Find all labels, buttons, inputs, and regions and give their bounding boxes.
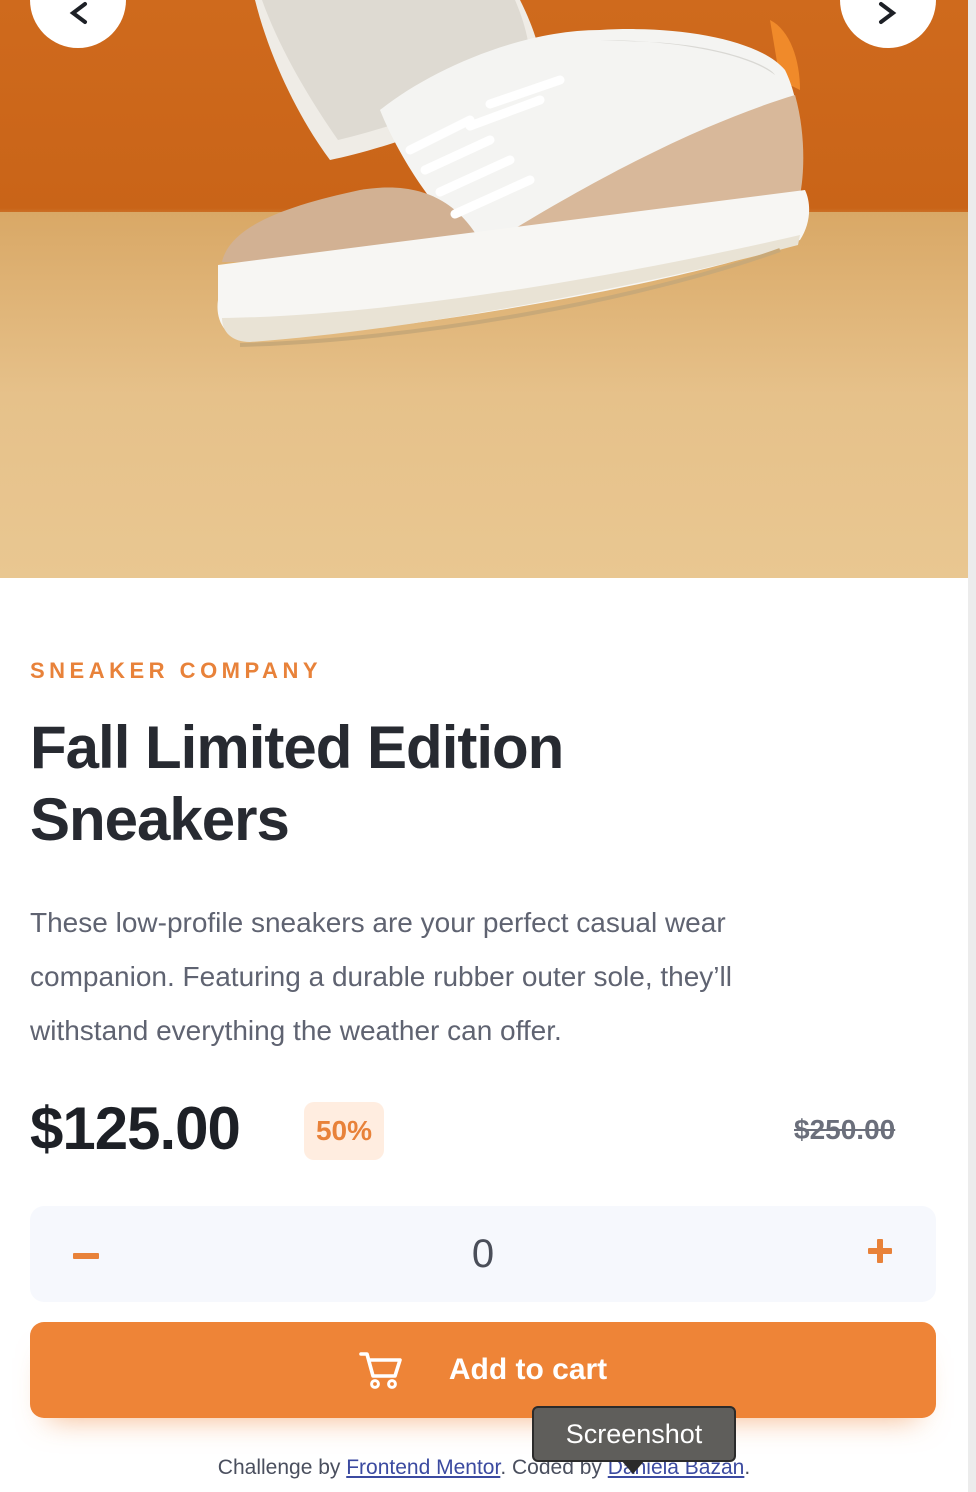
sneaker-illustration xyxy=(217,0,810,347)
minus-icon xyxy=(73,1253,99,1259)
decrease-quantity-button[interactable] xyxy=(66,1236,106,1276)
discount-badge: 50% xyxy=(304,1102,384,1160)
window-edge xyxy=(968,0,976,1492)
screenshot-tooltip: Screenshot xyxy=(532,1406,736,1462)
product-description: These low-profile sneakers are your perf… xyxy=(30,907,732,1046)
attribution-footer: Challenge by Frontend Mentor. Coded by D… xyxy=(0,1456,968,1480)
chevron-right-icon xyxy=(879,2,897,24)
cart-icon xyxy=(359,1352,402,1389)
product-title: Fall Limited Edition Sneakers xyxy=(30,714,564,853)
increase-quantity-button[interactable] xyxy=(860,1232,900,1272)
company-name: SNEAKER COMPANY xyxy=(30,658,323,683)
chevron-left-icon xyxy=(69,2,87,24)
tooltip-pointer xyxy=(621,1460,645,1474)
add-to-cart-button[interactable]: Add to cart xyxy=(30,1322,936,1418)
product-page: SNEAKER COMPANY Fall Limited Edition Sne… xyxy=(0,0,968,1492)
challenge-text: Challenge by xyxy=(217,1456,341,1479)
frontend-mentor-link[interactable]: Frontend Mentor xyxy=(346,1456,500,1479)
original-price: $250.00 xyxy=(794,1114,896,1145)
quantity-stepper: 0 xyxy=(30,1206,936,1302)
quantity-value: 0 xyxy=(471,1231,495,1276)
footer-suffix: . xyxy=(744,1456,751,1479)
product-image xyxy=(0,0,968,578)
add-to-cart-label: Add to cart xyxy=(448,1353,608,1386)
current-price: $125.00 xyxy=(30,1095,241,1162)
